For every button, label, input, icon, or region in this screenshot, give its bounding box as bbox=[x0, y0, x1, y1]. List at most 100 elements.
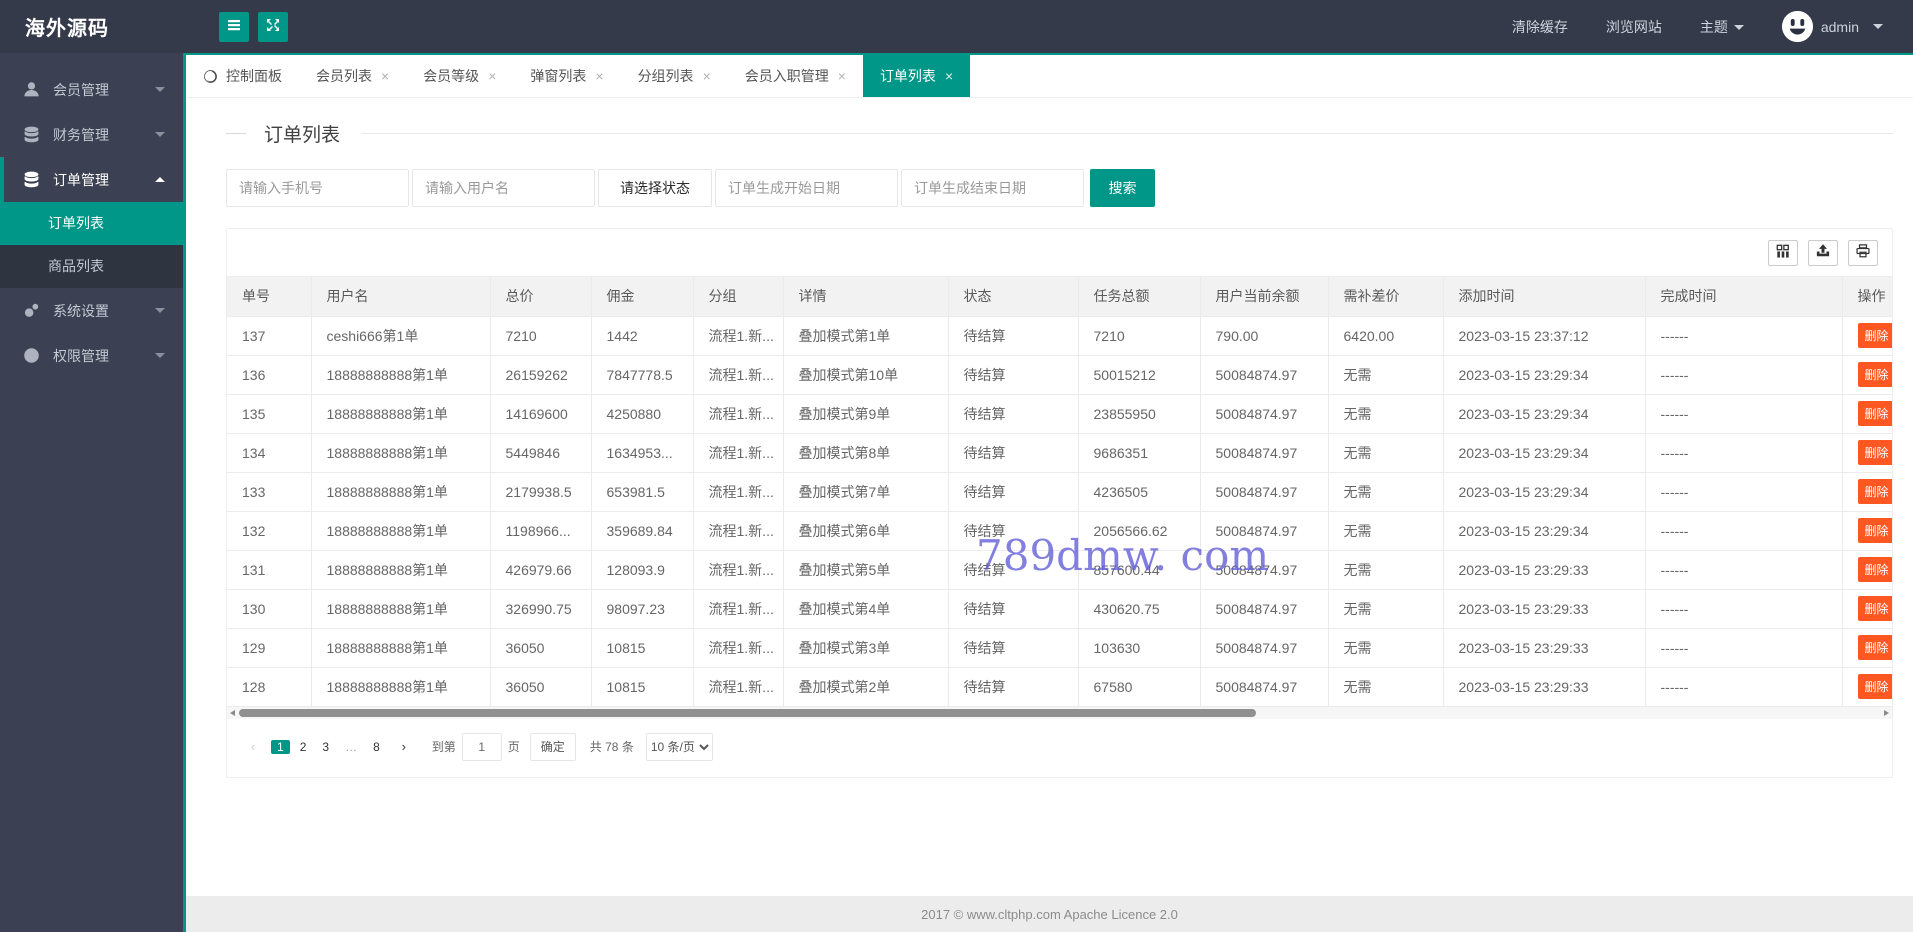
sidebar-subitem-order-list[interactable]: 订单列表 bbox=[0, 202, 183, 245]
database-icon bbox=[23, 171, 40, 188]
tab-order-list[interactable]: 订单列表 × bbox=[862, 55, 971, 97]
page-button[interactable]: 3 bbox=[316, 739, 336, 754]
table-row: 128 18888888888第1单 36050 10815 流程1.新... 叠加模式第… bbox=[227, 667, 1892, 707]
table-cell: ------ bbox=[1645, 394, 1843, 434]
delete-button[interactable]: 删除 bbox=[1857, 362, 1892, 387]
table-row: 135 18888888888第1单 14169600 4250880 流程1.新...… bbox=[227, 394, 1892, 434]
table-cell: 50084874.97 bbox=[1200, 433, 1329, 473]
delete-button[interactable]: 删除 bbox=[1857, 479, 1892, 504]
table-cell: 待结算 bbox=[948, 394, 1079, 434]
footer-text: 2017 © www.cltphp.com Apache Licence 2.0 bbox=[921, 906, 1178, 922]
table-cell: 857600.44 bbox=[1078, 550, 1201, 590]
delete-button[interactable]: 删除 bbox=[1857, 674, 1892, 699]
page-button[interactable]: 8 bbox=[367, 739, 386, 754]
table-card: 单号 用户名 总价 佣金 分组 详情 状态 任务总额 用户当前余额 需补差价 添加时间 完成时间 操作 … bbox=[226, 228, 1893, 778]
close-icon[interactable]: × bbox=[945, 69, 953, 83]
close-icon[interactable]: × bbox=[703, 69, 711, 83]
export-button[interactable] bbox=[1808, 239, 1838, 266]
hamburger-icon bbox=[226, 17, 242, 36]
table-row: 136 18888888888第1单 26159262 7847778.5 流程1.新.… bbox=[227, 355, 1892, 395]
tab-member-list[interactable]: 会员列表 × bbox=[299, 55, 406, 97]
delete-button[interactable]: 删除 bbox=[1857, 401, 1892, 426]
table-cell: 待结算 bbox=[948, 316, 1079, 356]
column-header: 需补差价 bbox=[1328, 277, 1444, 317]
tab-label: 弹窗列表 bbox=[530, 68, 587, 84]
main-area: 控制面板 会员列表 × 会员等级 × 弹窗列表 × 分组列表 × 会员入职管理 × 订单列表 × 订单列… bbox=[183, 53, 1913, 932]
table-cell: 5449846 bbox=[490, 433, 592, 473]
close-icon[interactable]: × bbox=[381, 69, 389, 83]
tab-bar: 控制面板 会员列表 × 会员等级 × 弹窗列表 × 分组列表 × 会员入职管理 × 订单列表 × bbox=[186, 53, 1913, 98]
end-date-input[interactable] bbox=[901, 169, 1084, 207]
delete-button[interactable]: 删除 bbox=[1857, 440, 1892, 465]
delete-button[interactable]: 删除 bbox=[1857, 635, 1892, 660]
jump-suffix-label: 页 bbox=[507, 740, 520, 754]
status-select[interactable]: 请选择状态 bbox=[598, 169, 712, 207]
per-page-select[interactable]: 10 条/页 bbox=[645, 732, 713, 761]
table-cell: 128 bbox=[227, 667, 312, 707]
close-icon[interactable]: × bbox=[838, 69, 846, 83]
scroll-left-arrow-icon[interactable] bbox=[227, 707, 239, 719]
theme-label: 主题 bbox=[1699, 18, 1728, 35]
table-cell: 50084874.97 bbox=[1200, 589, 1329, 629]
user-icon bbox=[23, 81, 40, 98]
close-icon[interactable]: × bbox=[595, 69, 603, 83]
sidebar-item-permissions[interactable]: 权限管理 bbox=[0, 333, 183, 378]
sidebar-item-finance[interactable]: 财务管理 bbox=[0, 112, 183, 157]
table-cell: 50084874.97 bbox=[1200, 667, 1329, 707]
sidebar-item-orders[interactable]: 订单管理 bbox=[0, 157, 183, 202]
tab-member-level[interactable]: 会员等级 × bbox=[406, 55, 513, 97]
next-page-button[interactable]: › bbox=[389, 732, 418, 761]
table-cell: 98097.23 bbox=[591, 589, 694, 629]
browse-site-link[interactable]: 浏览网站 bbox=[1606, 17, 1662, 37]
header-buttons bbox=[219, 11, 288, 42]
user-menu[interactable]: admin bbox=[1781, 11, 1883, 42]
page-title-text: 订单列表 bbox=[264, 125, 341, 146]
sidebar-subitem-goods-list[interactable]: 商品列表 bbox=[0, 245, 183, 288]
tab-member-onboard[interactable]: 会员入职管理 × bbox=[728, 55, 863, 97]
table-cell: 无需 bbox=[1328, 589, 1444, 629]
search-button[interactable]: 搜索 bbox=[1090, 169, 1155, 207]
print-button[interactable] bbox=[1848, 239, 1878, 266]
table-cell: 50084874.97 bbox=[1200, 394, 1329, 434]
action-cell: 删除 bbox=[1842, 550, 1892, 590]
menu-toggle-button[interactable] bbox=[219, 11, 249, 42]
delete-button[interactable]: 删除 bbox=[1857, 323, 1892, 348]
column-header: 详情 bbox=[783, 277, 949, 317]
filter-columns-button[interactable] bbox=[1768, 239, 1798, 266]
delete-button[interactable]: 删除 bbox=[1857, 596, 1892, 621]
jump-page-input[interactable] bbox=[461, 732, 502, 761]
table-cell: 18888888888第1单 bbox=[311, 589, 491, 629]
table-cell: 18888888888第1单 bbox=[311, 550, 491, 590]
column-header: 用户名 bbox=[311, 277, 491, 317]
scroll-right-arrow-icon[interactable] bbox=[1880, 707, 1892, 719]
tab-group-list[interactable]: 分组列表 × bbox=[621, 55, 728, 97]
column-header: 分组 bbox=[693, 277, 784, 317]
username-input[interactable] bbox=[412, 169, 595, 207]
pagination: ‹ 123…8 › 到第 页 确定 共 78 条 10 条/页 bbox=[227, 719, 1892, 777]
close-icon[interactable]: × bbox=[488, 69, 496, 83]
start-date-input[interactable] bbox=[715, 169, 898, 207]
table-cell: 叠加模式第8单 bbox=[783, 433, 949, 473]
delete-button[interactable]: 删除 bbox=[1857, 557, 1892, 582]
page-button[interactable]: 1 bbox=[271, 739, 290, 754]
tab-dashboard[interactable]: 控制面板 bbox=[186, 55, 299, 97]
clear-cache-link[interactable]: 清除缓存 bbox=[1512, 17, 1568, 37]
table-cell: 2179938.5 bbox=[490, 472, 592, 512]
tab-popup-list[interactable]: 弹窗列表 × bbox=[513, 55, 620, 97]
theme-dropdown[interactable]: 主题 bbox=[1700, 17, 1744, 37]
prev-page-button[interactable]: ‹ bbox=[239, 732, 267, 761]
page-button[interactable]: 2 bbox=[293, 739, 313, 754]
scrollbar-thumb[interactable] bbox=[239, 708, 1257, 717]
table-cell: 50084874.97 bbox=[1200, 355, 1329, 395]
delete-button[interactable]: 删除 bbox=[1857, 518, 1892, 543]
table-cell: ------ bbox=[1645, 472, 1843, 512]
fullscreen-button[interactable] bbox=[258, 11, 288, 42]
phone-input[interactable] bbox=[226, 169, 409, 207]
export-icon bbox=[1816, 244, 1830, 261]
sidebar-item-members[interactable]: 会员管理 bbox=[0, 67, 183, 112]
table-cell: 14169600 bbox=[490, 394, 592, 434]
confirm-button[interactable]: 确定 bbox=[529, 732, 576, 761]
table-cell: ------ bbox=[1645, 511, 1843, 551]
sidebar-item-system[interactable]: 系统设置 bbox=[0, 288, 183, 333]
table-cell: 无需 bbox=[1328, 433, 1444, 473]
